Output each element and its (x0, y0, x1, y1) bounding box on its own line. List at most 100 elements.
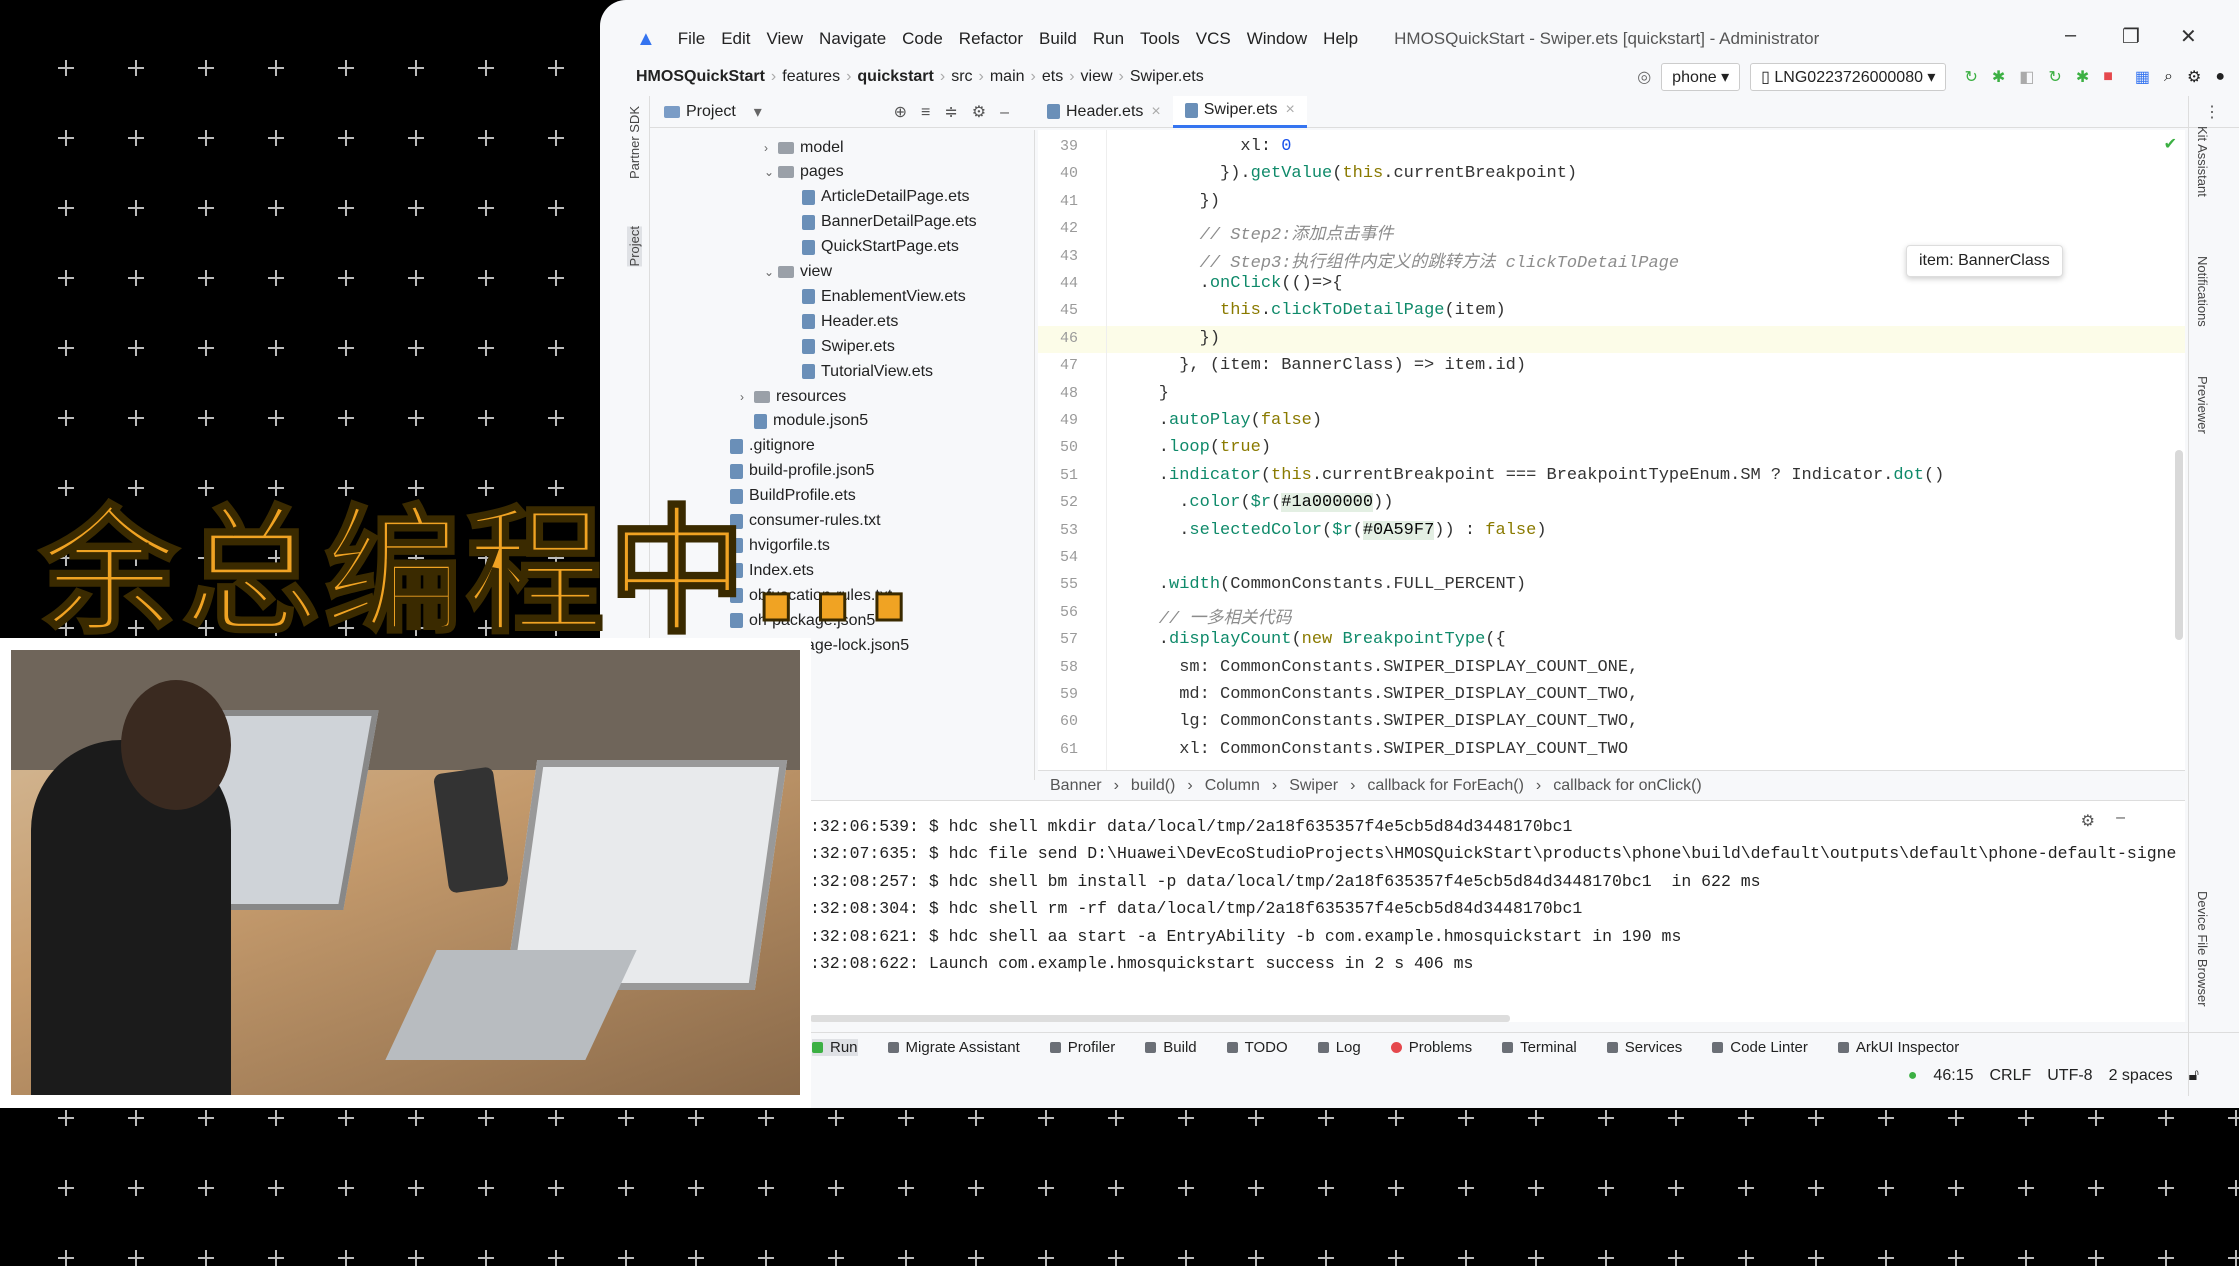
tree-item[interactable]: module.json5 (754, 409, 868, 434)
tool-todo[interactable]: TODO (1226, 1039, 1288, 1056)
tool-log[interactable]: Log (1317, 1039, 1361, 1056)
tree-item[interactable]: BannerDetailPage.ets (802, 210, 977, 235)
tool-profiler[interactable]: Profiler (1049, 1039, 1115, 1056)
hide-panel-icon[interactable]: – (2116, 809, 2125, 827)
horizontal-scrollbar[interactable] (810, 1015, 1510, 1022)
previewer-tab[interactable]: Previewer (2195, 376, 2210, 434)
code-token: ) (1260, 438, 1272, 458)
code-breadcrumb-item[interactable]: Swiper (1289, 777, 1338, 795)
tree-item[interactable]: ⌄ view (764, 260, 832, 285)
tool-code-linter[interactable]: Code Linter (1712, 1039, 1808, 1056)
code-breadcrumb-item[interactable]: Column (1205, 777, 1260, 795)
rerun-icon[interactable]: ↻ (2048, 67, 2061, 87)
tree-item[interactable]: › resources (740, 384, 846, 409)
plus-mark (1878, 1250, 1894, 1266)
gear-icon[interactable]: ⚙ (2081, 811, 2095, 831)
chevron-icon[interactable]: ⌄ (764, 265, 778, 279)
tree-item[interactable]: Header.ets (802, 309, 898, 334)
menu-help[interactable]: Help (1323, 29, 1358, 49)
device-select[interactable]: ▯ LNG0223726000080 ▾ (1750, 62, 1947, 91)
tab-swiper-ets[interactable]: Swiper.ets × (1172, 95, 1307, 128)
project-toolbar-icons[interactable]: ⊕≡≑⚙– (894, 102, 1023, 122)
indent-setting[interactable]: 2 spaces (2109, 1067, 2173, 1085)
tree-item[interactable]: QuickStartPage.ets (802, 235, 959, 260)
tree-item[interactable]: ⌄ pages (764, 160, 844, 185)
plus-mark (478, 270, 494, 286)
menu-run[interactable]: Run (1093, 29, 1124, 49)
tool-migrate-assistant[interactable]: Migrate Assistant (887, 1039, 1020, 1056)
code-breadcrumb-item[interactable]: callback for ForEach() (1367, 777, 1524, 795)
menu-window[interactable]: Window (1247, 29, 1307, 49)
chevron-icon[interactable]: › (764, 141, 778, 155)
close-tab-icon[interactable]: × (1151, 103, 1160, 121)
target-select[interactable]: phone ▾ (1661, 62, 1741, 91)
file-encoding[interactable]: UTF-8 (2047, 1067, 2092, 1085)
device-file-browser-tab[interactable]: Device File Browser (2195, 891, 2210, 1007)
menu-vcs[interactable]: VCS (1196, 29, 1231, 49)
menu-view[interactable]: View (767, 29, 804, 49)
kit-assistant-tab[interactable]: Kit Assistant (2195, 126, 2210, 197)
partner-sdk-tab[interactable]: Partner SDK (627, 106, 642, 179)
tree-item[interactable]: .gitignore (730, 434, 815, 459)
breadcrumb-item[interactable]: features (782, 68, 840, 86)
line-number: 42 (1059, 220, 1078, 238)
breadcrumb-item[interactable]: Swiper.ets (1130, 68, 1204, 86)
breadcrumb-item[interactable]: view (1081, 68, 1113, 86)
tool-arkui-inspector[interactable]: ArkUI Inspector (1837, 1039, 1959, 1056)
breadcrumb-item[interactable]: quickstart (857, 68, 933, 86)
breadcrumb-item[interactable]: main (990, 68, 1025, 86)
tree-item[interactable]: EnablementView.ets (802, 284, 966, 309)
menu-build[interactable]: Build (1039, 29, 1077, 49)
search-icon[interactable]: ⌕ (2164, 68, 2173, 86)
menu-file[interactable]: File (678, 29, 705, 49)
menu-tools[interactable]: Tools (1140, 29, 1180, 49)
project-view-select[interactable]: Project (686, 103, 736, 121)
close-button[interactable]: ✕ (2180, 24, 2197, 49)
code-token: }, (item: BannerClass) => item.id) (1118, 356, 1527, 376)
code-breadcrumb-item[interactable]: callback for onClick() (1553, 777, 1701, 795)
attach-icon[interactable]: ◧ (2019, 67, 2034, 87)
code-breadcrumb-item[interactable]: build() (1131, 777, 1175, 795)
tree-item[interactable]: › model (764, 135, 844, 160)
tool-problems[interactable]: Problems (1390, 1039, 1472, 1056)
caret-position[interactable]: 46:15 (1933, 1067, 1973, 1085)
project-tool-tab[interactable]: Project (627, 226, 642, 267)
tool-build[interactable]: Build (1145, 1039, 1197, 1056)
tool-run[interactable]: Run (812, 1039, 858, 1056)
tree-item[interactable]: ArticleDetailPage.ets (802, 185, 970, 210)
target-icon[interactable]: ◎ (1637, 67, 1651, 87)
menu-edit[interactable]: Edit (721, 29, 750, 49)
breadcrumb-item[interactable]: src (951, 68, 972, 86)
close-tab-icon[interactable]: × (1286, 101, 1295, 119)
code-editor[interactable]: ✔ 39 xl: 0 40 }).getValue(this.currentBre… (1038, 130, 2185, 770)
gear-icon[interactable]: ⚙ (2187, 67, 2201, 87)
code-token: displayCount (1169, 630, 1292, 650)
plus-mark (1318, 1250, 1334, 1266)
stop-icon[interactable]: ■ (2103, 68, 2113, 86)
restore-button[interactable]: ❐ (2122, 24, 2140, 49)
account-icon[interactable]: ● (2215, 68, 2225, 86)
chevron-icon[interactable]: › (740, 390, 754, 404)
notifications-tab[interactable]: Notifications (2195, 256, 2210, 327)
minimize-button[interactable]: – (2065, 24, 2076, 47)
tab-header-ets[interactable]: Header.ets × (1035, 96, 1173, 128)
tree-item[interactable]: TutorialView.ets (802, 359, 933, 384)
breadcrumb-item[interactable]: ets (1042, 68, 1063, 86)
tool-terminal[interactable]: Terminal (1502, 1039, 1577, 1056)
menu-navigate[interactable]: Navigate (819, 29, 886, 49)
run-icon[interactable]: ↻ (1964, 67, 1977, 87)
tool-services[interactable]: Services (1606, 1039, 1682, 1056)
code-token: . (1260, 301, 1272, 321)
tree-item[interactable]: Swiper.ets (802, 334, 895, 359)
profile-icon[interactable]: ✱ (2076, 67, 2089, 87)
code-breadcrumb-item[interactable]: Banner (1050, 777, 1102, 795)
plus-mark (1738, 1110, 1754, 1126)
chevron-icon[interactable]: ⌄ (764, 165, 778, 179)
breadcrumb-item[interactable]: HMOSQuickStart (636, 68, 765, 86)
debug-icon[interactable]: ✱ (1992, 67, 2005, 87)
menu-code[interactable]: Code (902, 29, 943, 49)
line-separator[interactable]: CRLF (1989, 1067, 2031, 1085)
project-structure-icon[interactable]: ▦ (2135, 67, 2150, 87)
editor-scrollbar[interactable] (2175, 450, 2183, 640)
menu-refactor[interactable]: Refactor (959, 29, 1023, 49)
